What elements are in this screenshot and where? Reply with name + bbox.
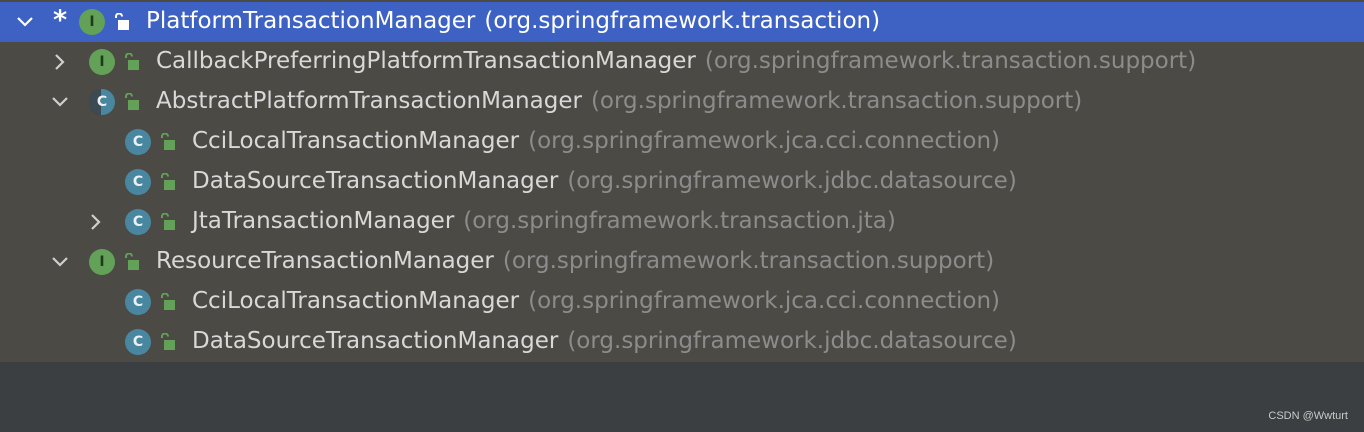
package-name: (org.springframework.transaction) — [484, 8, 881, 34]
abstract-class-icon: C — [89, 89, 115, 115]
public-access-lock-icon — [124, 92, 140, 111]
tree-row-callback-preferring[interactable]: I CallbackPreferringPlatformTransactionM… — [0, 42, 1364, 82]
package-name: (org.springframework.jca.cci.connection) — [528, 288, 1001, 314]
type-hierarchy-tree: * I PlatformTransactionManager (org.sprin… — [0, 0, 1364, 362]
public-access-lock-icon — [124, 52, 140, 71]
public-access-lock-icon — [160, 132, 176, 151]
tree-row-datasource-1[interactable]: C DataSourceTransactionManager (org.sprin… — [0, 162, 1364, 202]
current-type-marker: * — [53, 5, 68, 36]
interface-icon: I — [79, 9, 105, 35]
type-name: PlatformTransactionManager — [146, 8, 476, 34]
type-name: DataSourceTransactionManager — [192, 168, 559, 194]
class-icon: C — [125, 129, 151, 155]
tree-row-label: DataSourceTransactionManager (org.springf… — [192, 168, 1017, 194]
tree-row-label: CciLocalTransactionManager (org.springfra… — [192, 288, 1000, 314]
tree-row-label: AbstractPlatformTransactionManager (org.s… — [156, 88, 1082, 114]
type-name: ResourceTransactionManager — [156, 248, 494, 274]
tree-row-cci-local-1[interactable]: C CciLocalTransactionManager (org.springf… — [0, 122, 1364, 162]
package-name: (org.springframework.transaction.support… — [502, 248, 995, 274]
package-name: (org.springframework.transaction.support… — [590, 88, 1083, 114]
public-access-lock-icon — [160, 172, 176, 191]
package-name: (org.springframework.transaction.jta) — [463, 208, 896, 234]
interface-icon: I — [89, 249, 115, 275]
class-icon: C — [125, 169, 151, 195]
chevron-down-icon[interactable] — [51, 93, 69, 111]
tree-row-label: CallbackPreferringPlatformTransactionMan… — [156, 48, 1196, 74]
public-access-lock-icon — [160, 332, 176, 351]
type-name: DataSourceTransactionManager — [192, 328, 559, 354]
tree-row-jta[interactable]: C JtaTransactionManager (org.springframew… — [0, 202, 1364, 242]
chevron-down-icon[interactable] — [16, 13, 34, 31]
public-access-lock-icon — [160, 212, 176, 231]
package-name: (org.springframework.transaction.support… — [704, 48, 1197, 74]
type-name: CciLocalTransactionManager — [192, 128, 520, 154]
class-icon: C — [125, 329, 151, 355]
public-access-lock-icon — [124, 252, 140, 271]
tree-row-abstract-platform[interactable]: C AbstractPlatformTransactionManager (org… — [0, 82, 1364, 122]
chevron-right-icon[interactable] — [51, 53, 69, 71]
package-name: (org.springframework.jdbc.datasource) — [567, 168, 1017, 194]
abstract-class-letter: C — [96, 94, 108, 110]
type-name: AbstractPlatformTransactionManager — [156, 88, 582, 114]
tree-row-label: DataSourceTransactionManager (org.springf… — [192, 328, 1017, 354]
tree-row-label: JtaTransactionManager (org.springframewor… — [192, 208, 896, 234]
public-access-lock-icon — [114, 12, 130, 31]
class-icon: C — [125, 209, 151, 235]
type-name: JtaTransactionManager — [192, 208, 455, 234]
tree-row-label: CciLocalTransactionManager (org.springfra… — [192, 128, 1000, 154]
chevron-right-icon[interactable] — [87, 213, 105, 231]
tree-row-platform-transaction-manager[interactable]: * I PlatformTransactionManager (org.sprin… — [0, 2, 1364, 42]
tree-row-datasource-2[interactable]: C DataSourceTransactionManager (org.sprin… — [0, 322, 1364, 362]
watermark: CSDN @Wwturt — [1268, 410, 1348, 422]
chevron-down-icon[interactable] — [51, 253, 69, 271]
class-icon: C — [125, 289, 151, 315]
package-name: (org.springframework.jca.cci.connection) — [528, 128, 1001, 154]
package-name: (org.springframework.jdbc.datasource) — [567, 328, 1017, 354]
type-name: CciLocalTransactionManager — [192, 288, 520, 314]
tree-row-resource-transaction-manager[interactable]: I ResourceTransactionManager (org.springf… — [0, 242, 1364, 282]
public-access-lock-icon — [160, 292, 176, 311]
tree-row-cci-local-2[interactable]: C CciLocalTransactionManager (org.springf… — [0, 282, 1364, 322]
interface-icon: I — [89, 49, 115, 75]
tree-row-label: ResourceTransactionManager (org.springfra… — [156, 248, 994, 274]
type-name: CallbackPreferringPlatformTransactionMan… — [156, 48, 696, 74]
tree-row-label: PlatformTransactionManager (org.springfra… — [146, 8, 880, 34]
